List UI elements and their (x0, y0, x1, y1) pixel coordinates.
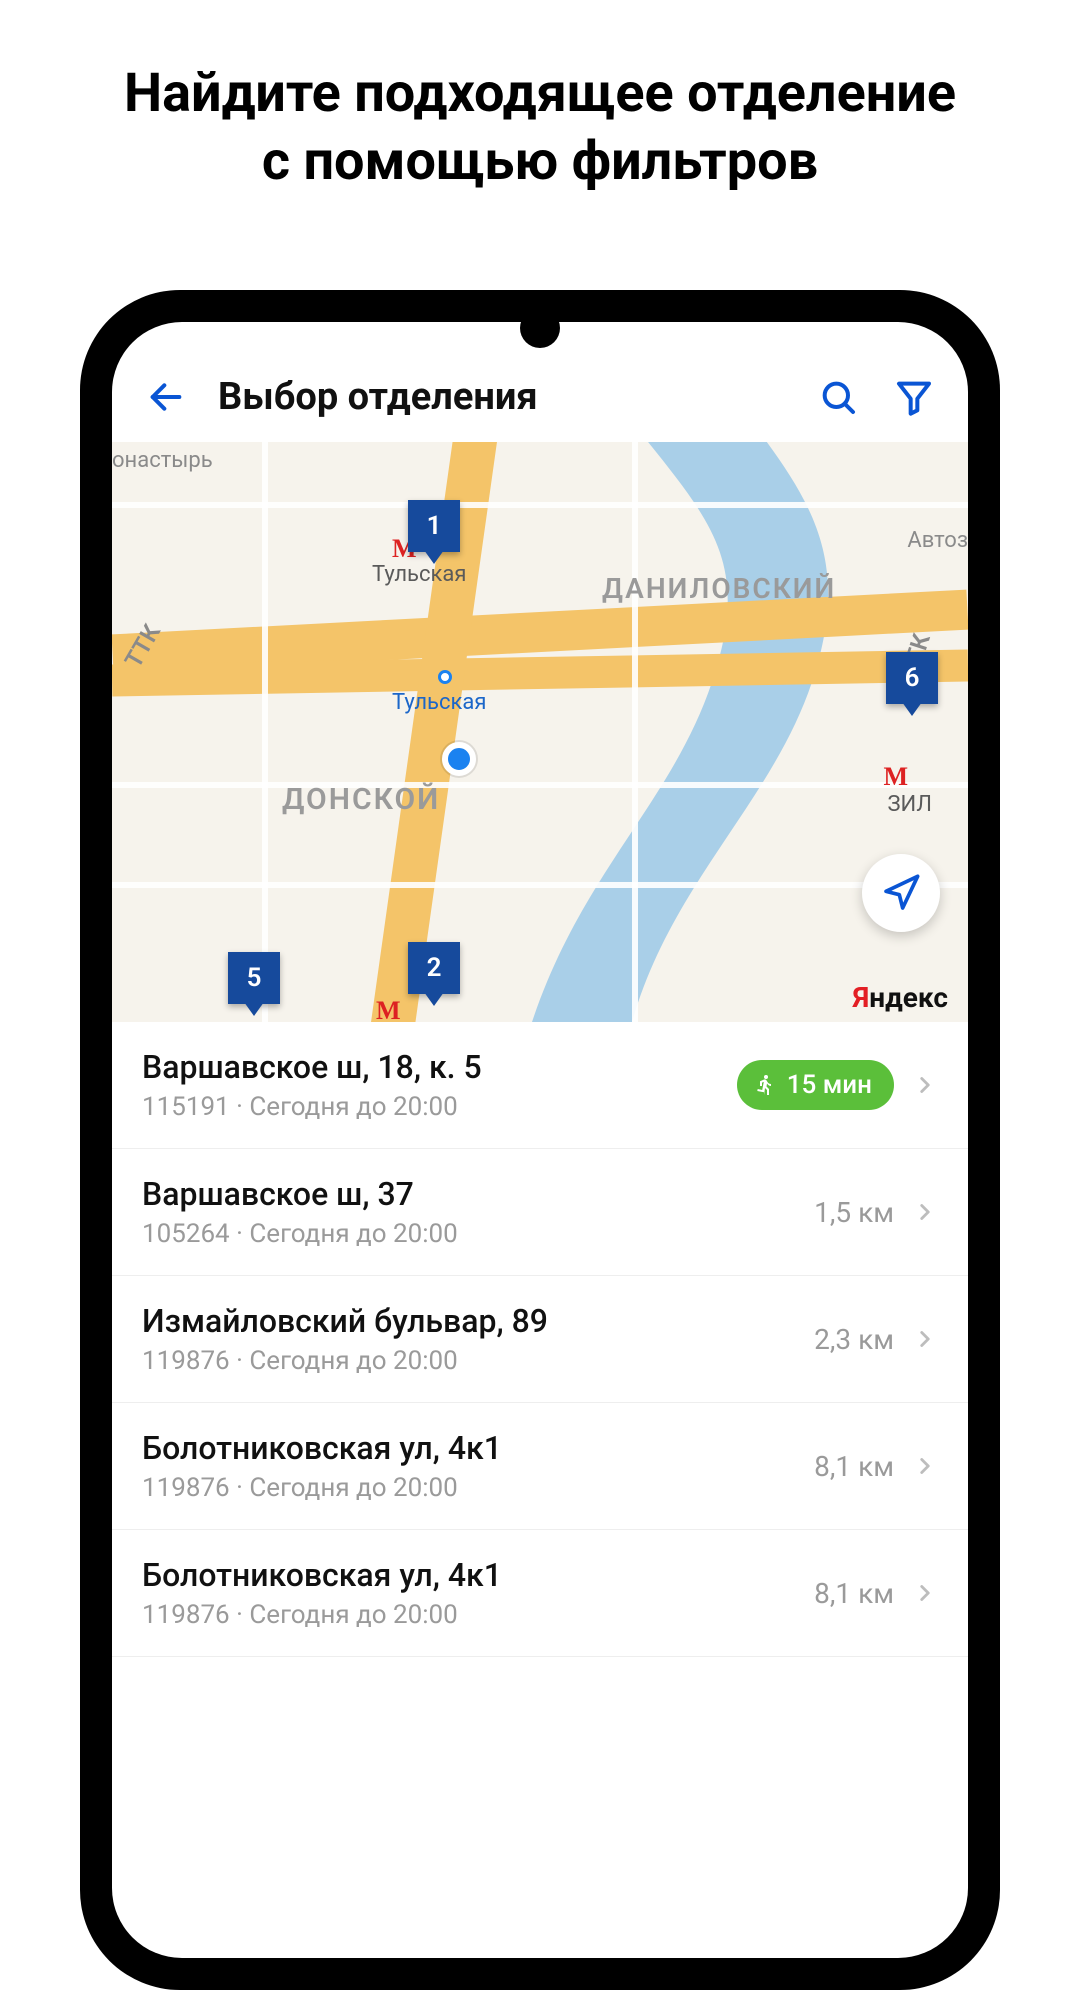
pin-label: 1 (427, 511, 442, 541)
branch-title: Варшавское ш, 18, к. 5 (142, 1048, 719, 1086)
branch-title: Болотниковская ул, 4к1 (142, 1556, 796, 1594)
user-location-dot (442, 742, 476, 776)
metro-icon: М (376, 996, 401, 1022)
map-attribution: Яндекс (853, 981, 948, 1014)
branch-main: Варшавское ш, 18, к. 5 115191 · Сегодня д… (142, 1048, 719, 1122)
metro-station-label: ЗИЛ (887, 792, 932, 817)
locate-me-button[interactable] (862, 854, 940, 932)
street (112, 782, 968, 788)
chevron-right-icon (912, 1580, 938, 1606)
pin-label: 6 (905, 663, 920, 693)
pin-label: 5 (247, 963, 262, 993)
map-pin[interactable]: 5 (228, 952, 280, 1004)
branch-subtitle: 115191 · Сегодня до 20:00 (142, 1092, 719, 1122)
branch-row[interactable]: Варшавское ш, 18, к. 5 115191 · Сегодня д… (112, 1022, 968, 1149)
branch-subtitle: 119876 · Сегодня до 20:00 (142, 1346, 796, 1376)
search-button[interactable] (814, 373, 862, 421)
branch-distance: 8,1 км (814, 1450, 894, 1483)
navigation-arrow-icon (881, 873, 921, 913)
branch-main: Варшавское ш, 37 105264 · Сегодня до 20:0… (142, 1175, 796, 1249)
metro-icon: М (883, 762, 908, 792)
arrow-left-icon (146, 377, 186, 417)
branch-main: Измайловский бульвар, 89 119876 · Сегодня… (142, 1302, 796, 1376)
filter-button[interactable] (890, 373, 938, 421)
chevron-right-icon (912, 1199, 938, 1225)
promo-line2: с помощью фильтров (262, 130, 818, 193)
chevron-right-icon (912, 1072, 938, 1098)
page-title: Выбор отделения (218, 375, 786, 419)
street (632, 442, 638, 1022)
map-pin[interactable]: 6 (886, 652, 938, 704)
branch-title: Измайловский бульвар, 89 (142, 1302, 796, 1340)
map-pin[interactable]: 2 (408, 942, 460, 994)
map-edge-label: онастырь (112, 448, 213, 473)
rail-station-icon (438, 670, 452, 684)
branch-row[interactable]: Болотниковская ул, 4к1 119876 · Сегодня д… (112, 1530, 968, 1657)
metro-station-label: Тульская (372, 562, 466, 587)
branch-row[interactable]: Болотниковская ул, 4к1 119876 · Сегодня д… (112, 1403, 968, 1530)
branch-list[interactable]: Варшавское ш, 18, к. 5 115191 · Сегодня д… (112, 1022, 968, 1657)
walk-time-badge: 15 мин (737, 1060, 894, 1110)
yandex-ndex: ндекс (869, 981, 948, 1014)
map-view[interactable]: онастырь Автоз ТТК ТТК ДАНИЛОВСКИЙ ДОНСК… (112, 442, 968, 1022)
pin-label: 2 (427, 953, 442, 983)
search-icon (818, 377, 858, 417)
branch-subtitle: 119876 · Сегодня до 20:00 (142, 1473, 796, 1503)
walk-icon (753, 1073, 777, 1097)
map-pin[interactable]: 1 (408, 500, 460, 552)
promo-line1: Найдите подходящее отделение (124, 62, 956, 125)
phone-frame: Выбор отделения онастырь (80, 290, 1000, 1990)
chevron-right-icon (912, 1326, 938, 1352)
street (262, 442, 268, 1022)
branch-title: Варшавское ш, 37 (142, 1175, 796, 1213)
filter-icon (894, 377, 934, 417)
back-button[interactable] (142, 373, 190, 421)
district-label: ДОНСКОЙ (282, 782, 440, 817)
branch-main: Болотниковская ул, 4к1 119876 · Сегодня д… (142, 1556, 796, 1630)
rail-station-label: Тульская (392, 690, 486, 715)
branch-row[interactable]: Варшавское ш, 37 105264 · Сегодня до 20:0… (112, 1149, 968, 1276)
branch-distance: 1,5 км (814, 1196, 894, 1229)
yandex-ya: Я (853, 981, 870, 1014)
branch-title: Болотниковская ул, 4к1 (142, 1429, 796, 1467)
street (112, 882, 968, 888)
walk-time-text: 15 мин (787, 1070, 872, 1100)
phone-screen: Выбор отделения онастырь (112, 322, 968, 1958)
camera-notch (520, 308, 560, 348)
district-label: ДАНИЛОВСКИЙ (602, 572, 836, 605)
map-edge-label: Автоз (907, 528, 968, 553)
branch-distance: 8,1 км (814, 1577, 894, 1610)
branch-subtitle: 105264 · Сегодня до 20:00 (142, 1219, 796, 1249)
branch-row[interactable]: Измайловский бульвар, 89 119876 · Сегодня… (112, 1276, 968, 1403)
branch-distance: 2,3 км (814, 1323, 894, 1356)
promo-heading: Найдите подходящее отделение с помощью ф… (0, 0, 1080, 195)
river-shape (112, 442, 968, 1022)
street (112, 502, 968, 508)
branch-subtitle: 119876 · Сегодня до 20:00 (142, 1600, 796, 1630)
chevron-right-icon (912, 1453, 938, 1479)
branch-main: Болотниковская ул, 4к1 119876 · Сегодня д… (142, 1429, 796, 1503)
